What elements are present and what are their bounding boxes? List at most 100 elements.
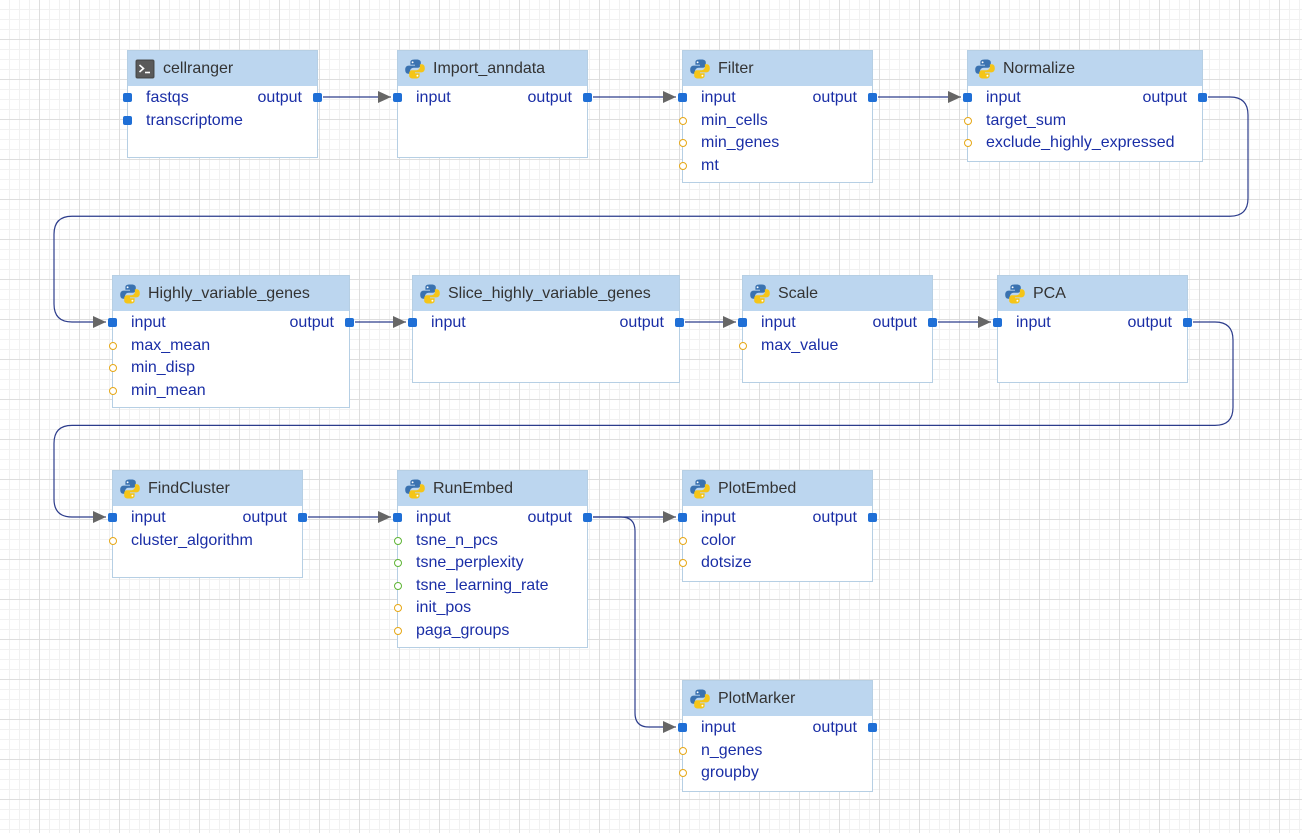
- input-port[interactable]: [678, 93, 687, 102]
- node-title: Filter: [718, 59, 754, 77]
- port-label: transcriptome: [146, 111, 243, 129]
- port-row: input output: [108, 312, 354, 335]
- output-port[interactable]: [868, 513, 877, 522]
- port-label: mt: [701, 156, 719, 174]
- parameter-port[interactable]: [109, 364, 117, 372]
- input-port[interactable]: [393, 93, 402, 102]
- arrowhead: [663, 511, 676, 523]
- parameter-port[interactable]: [679, 769, 687, 777]
- port-row: min_disp: [109, 357, 349, 380]
- parameter-port[interactable]: [394, 536, 402, 545]
- node-title: Scale: [778, 284, 819, 302]
- port-label: max_value: [761, 336, 839, 354]
- node-runembed[interactable]: RunEmbed input output tsne_n_pcs tsne_perple…: [393, 470, 592, 648]
- parameter-port[interactable]: [394, 604, 402, 612]
- output-port[interactable]: [345, 318, 354, 327]
- parameter-port[interactable]: [964, 116, 972, 125]
- output-label: output: [812, 719, 857, 736]
- node-findcluster[interactable]: FindCluster input output cluster_algorithm: [108, 470, 307, 578]
- node-header[interactable]: RunEmbed: [398, 471, 587, 506]
- output-port[interactable]: [1198, 93, 1207, 102]
- port-label: max_mean: [131, 336, 211, 354]
- output-port[interactable]: [928, 318, 937, 327]
- port-row: input output: [678, 717, 877, 740]
- port-label: input: [761, 314, 796, 331]
- port-row: color: [679, 530, 872, 553]
- parameter-port[interactable]: [964, 139, 972, 147]
- node-header[interactable]: PCA: [998, 276, 1187, 311]
- port-row: input output: [738, 312, 937, 335]
- node-normalize[interactable]: Normalize input output target_sum exclude_hi…: [963, 50, 1207, 162]
- output-port[interactable]: [583, 513, 592, 522]
- node-title: Highly_variable_genes: [148, 284, 310, 302]
- input-port[interactable]: [963, 93, 972, 102]
- port-label: groupby: [701, 764, 759, 781]
- node-header[interactable]: Normalize: [968, 51, 1202, 86]
- output-port[interactable]: [868, 723, 877, 732]
- parameter-port[interactable]: [109, 341, 117, 350]
- node-header[interactable]: cellranger: [128, 51, 317, 86]
- output-port[interactable]: [583, 93, 592, 102]
- output-port[interactable]: [313, 93, 322, 102]
- port-label: cluster_algorithm: [131, 531, 253, 549]
- arrowhead: [378, 511, 391, 523]
- parameter-port[interactable]: [679, 139, 687, 147]
- parameter-port[interactable]: [109, 386, 117, 395]
- port-row: input output: [993, 312, 1192, 335]
- parameter-port[interactable]: [679, 746, 687, 755]
- node-header[interactable]: PlotMarker: [683, 681, 872, 716]
- parameter-port[interactable]: [394, 559, 402, 567]
- node-filter[interactable]: Filter input output min_cells min_genes mt: [678, 50, 877, 183]
- node-import-anndata[interactable]: Import_anndata input output: [393, 50, 592, 158]
- output-port[interactable]: [675, 318, 684, 327]
- port-row: tsne_perplexity: [394, 552, 587, 575]
- node-plotmarker[interactable]: PlotMarker input output n_genes groupby: [678, 680, 877, 792]
- arrowhead: [663, 91, 676, 103]
- input-port[interactable]: [678, 723, 687, 732]
- node-pca[interactable]: PCA input output: [993, 275, 1192, 383]
- node-slice-hvg[interactable]: Slice_highly_variable_genes input output: [408, 275, 684, 383]
- node-header[interactable]: Highly_variable_genes: [113, 276, 349, 311]
- input-port[interactable]: [108, 513, 117, 522]
- arrowhead: [93, 511, 106, 523]
- node-header[interactable]: Filter: [683, 51, 872, 86]
- parameter-port[interactable]: [739, 341, 747, 350]
- port-label: paga_groups: [416, 621, 510, 639]
- node-plotembed[interactable]: PlotEmbed input output color dotsize: [678, 470, 877, 582]
- input-port[interactable]: [108, 318, 117, 327]
- port-label: min_genes: [701, 134, 780, 151]
- wire-runembed-to-plotmarker[interactable]: [593, 516, 676, 728]
- parameter-port[interactable]: [679, 559, 687, 567]
- node-header[interactable]: Scale: [743, 276, 932, 311]
- node-scale[interactable]: Scale input output max_value: [738, 275, 937, 383]
- node-title: Normalize: [1003, 59, 1076, 77]
- output-port[interactable]: [298, 513, 307, 522]
- input-port[interactable]: [738, 318, 747, 327]
- node-header[interactable]: FindCluster: [113, 471, 302, 506]
- output-port[interactable]: [868, 93, 877, 102]
- input-port[interactable]: [993, 318, 1002, 327]
- node-header[interactable]: Import_anndata: [398, 51, 587, 86]
- parameter-port[interactable]: [394, 581, 402, 590]
- node-header[interactable]: Slice_highly_variable_genes: [413, 276, 679, 311]
- python-icon: [1004, 283, 1026, 305]
- node-header[interactable]: PlotEmbed: [683, 471, 872, 506]
- parameter-port[interactable]: [679, 536, 687, 545]
- parameter-port[interactable]: [394, 626, 402, 635]
- input-port[interactable]: [123, 93, 132, 102]
- output-label: output: [619, 314, 664, 331]
- python-icon: [749, 283, 771, 305]
- node-highly-variable-genes[interactable]: Highly_variable_genes input output max_mean…: [108, 275, 354, 408]
- parameter-port[interactable]: [679, 116, 687, 125]
- parameter-port[interactable]: [679, 161, 687, 170]
- input-port[interactable]: [408, 318, 417, 327]
- node-cellranger[interactable]: cellranger fastqs output transcriptome: [123, 50, 322, 158]
- parameter-port[interactable]: [109, 536, 117, 545]
- input-port[interactable]: [123, 115, 132, 125]
- input-port[interactable]: [678, 513, 687, 522]
- output-port[interactable]: [1183, 318, 1192, 327]
- input-port[interactable]: [393, 513, 402, 522]
- arrowhead: [978, 316, 991, 328]
- output-label: output: [812, 509, 857, 526]
- node-title: FindCluster: [148, 479, 230, 497]
